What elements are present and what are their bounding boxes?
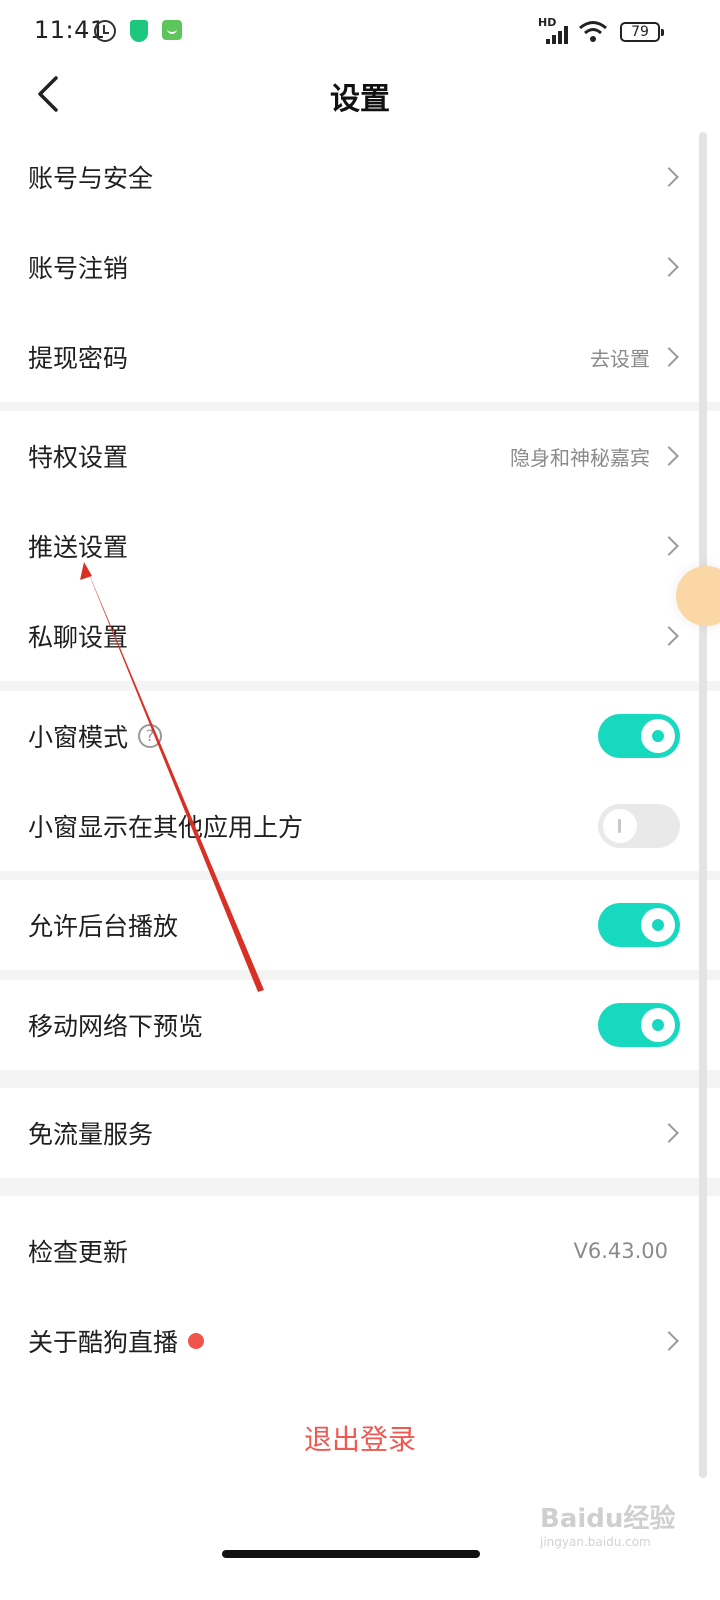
- row-label: 关于酷狗直播: [28, 1328, 179, 1357]
- row-check-update[interactable]: 检查更新 V6.43.00: [0, 1206, 720, 1296]
- account-group: 账号与安全 账号注销 提现密码 去设置: [0, 132, 720, 402]
- wifi-icon: [578, 20, 608, 44]
- app-notification-icon: [162, 20, 182, 40]
- baidu-watermark: Baidu经验 jingyan.baidu.com: [540, 1504, 676, 1549]
- red-dot-badge: [188, 1333, 205, 1349]
- chevron-right-icon: [659, 347, 679, 367]
- row-label: 检查更新: [28, 1238, 129, 1267]
- row-push-settings[interactable]: 推送设置: [0, 501, 720, 591]
- row-label: 提现密码: [28, 344, 129, 373]
- chevron-right-icon: [659, 536, 679, 556]
- signal-icon: [540, 26, 572, 44]
- row-label: 推送设置: [28, 533, 129, 562]
- bottom-area: Baidu经验 jingyan.baidu.com: [0, 1488, 720, 1600]
- row-withdraw-password[interactable]: 提现密码 去设置: [0, 312, 720, 402]
- header: 设置: [0, 64, 720, 132]
- background-play-toggle[interactable]: [598, 903, 680, 947]
- home-indicator[interactable]: [222, 1550, 480, 1558]
- row-label: 私聊设置: [28, 623, 129, 652]
- about-group: 检查更新 V6.43.00 关于酷狗直播: [0, 1196, 720, 1388]
- row-free-data-service[interactable]: 免流量服务: [0, 1088, 720, 1178]
- chevron-right-icon: [659, 626, 679, 646]
- mobile-preview-group: 移动网络下预览: [0, 980, 720, 1070]
- battery-icon: 79: [620, 22, 664, 42]
- row-privilege-settings[interactable]: 特权设置 隐身和神秘嘉宾: [0, 411, 720, 501]
- row-account-security[interactable]: 账号与安全: [0, 132, 720, 222]
- row-label: 允许后台播放: [28, 912, 179, 941]
- chevron-right-icon: [659, 446, 679, 466]
- row-label: 小窗显示在其他应用上方: [28, 813, 304, 842]
- row-label: 免流量服务: [28, 1120, 154, 1149]
- overlay-toggle[interactable]: [598, 804, 680, 848]
- shield-icon: [130, 20, 148, 42]
- row-label: 特权设置: [28, 443, 129, 472]
- help-icon[interactable]: ?: [138, 724, 163, 748]
- mini-window-group: 小窗模式 ? 小窗显示在其他应用上方: [0, 691, 720, 871]
- logout-button[interactable]: 退出登录: [304, 1418, 416, 1458]
- row-label: 移动网络下预览: [28, 1012, 204, 1041]
- page-title: 设置: [330, 82, 390, 117]
- row-value: 隐身和神秘嘉宾: [510, 445, 650, 470]
- row-background-play: 允许后台播放: [0, 880, 720, 970]
- row-label: 账号注销: [28, 254, 129, 283]
- chevron-right-icon: [659, 1123, 679, 1143]
- privilege-group: 特权设置 隐身和神秘嘉宾 推送设置 私聊设置: [0, 411, 720, 681]
- chevron-right-icon: [659, 167, 679, 187]
- status-bar: 11:41 HD 79: [0, 0, 720, 64]
- row-private-chat-settings[interactable]: 私聊设置: [0, 591, 720, 681]
- row-about-kugou-live[interactable]: 关于酷狗直播: [0, 1296, 720, 1386]
- row-label: 账号与安全: [28, 164, 154, 193]
- logout-area: 退出登录: [0, 1388, 720, 1488]
- free-data-group: 免流量服务: [0, 1088, 720, 1178]
- background-play-group: 允许后台播放: [0, 880, 720, 970]
- row-mobile-preview: 移动网络下预览: [0, 980, 720, 1070]
- chevron-right-icon: [659, 1331, 679, 1351]
- row-value: 去设置: [590, 346, 650, 371]
- version-text: V6.43.00: [573, 1239, 668, 1263]
- mini-window-toggle[interactable]: [598, 714, 680, 758]
- row-account-cancellation[interactable]: 账号注销: [0, 222, 720, 312]
- chevron-right-icon: [659, 257, 679, 277]
- scrollbar[interactable]: [699, 132, 707, 1478]
- row-label: 小窗模式: [28, 723, 129, 752]
- alarm-icon: [94, 20, 116, 42]
- mobile-preview-toggle[interactable]: [598, 1003, 680, 1047]
- row-mini-window-mode: 小窗模式 ?: [0, 691, 720, 781]
- row-mini-window-overlay: 小窗显示在其他应用上方: [0, 781, 720, 871]
